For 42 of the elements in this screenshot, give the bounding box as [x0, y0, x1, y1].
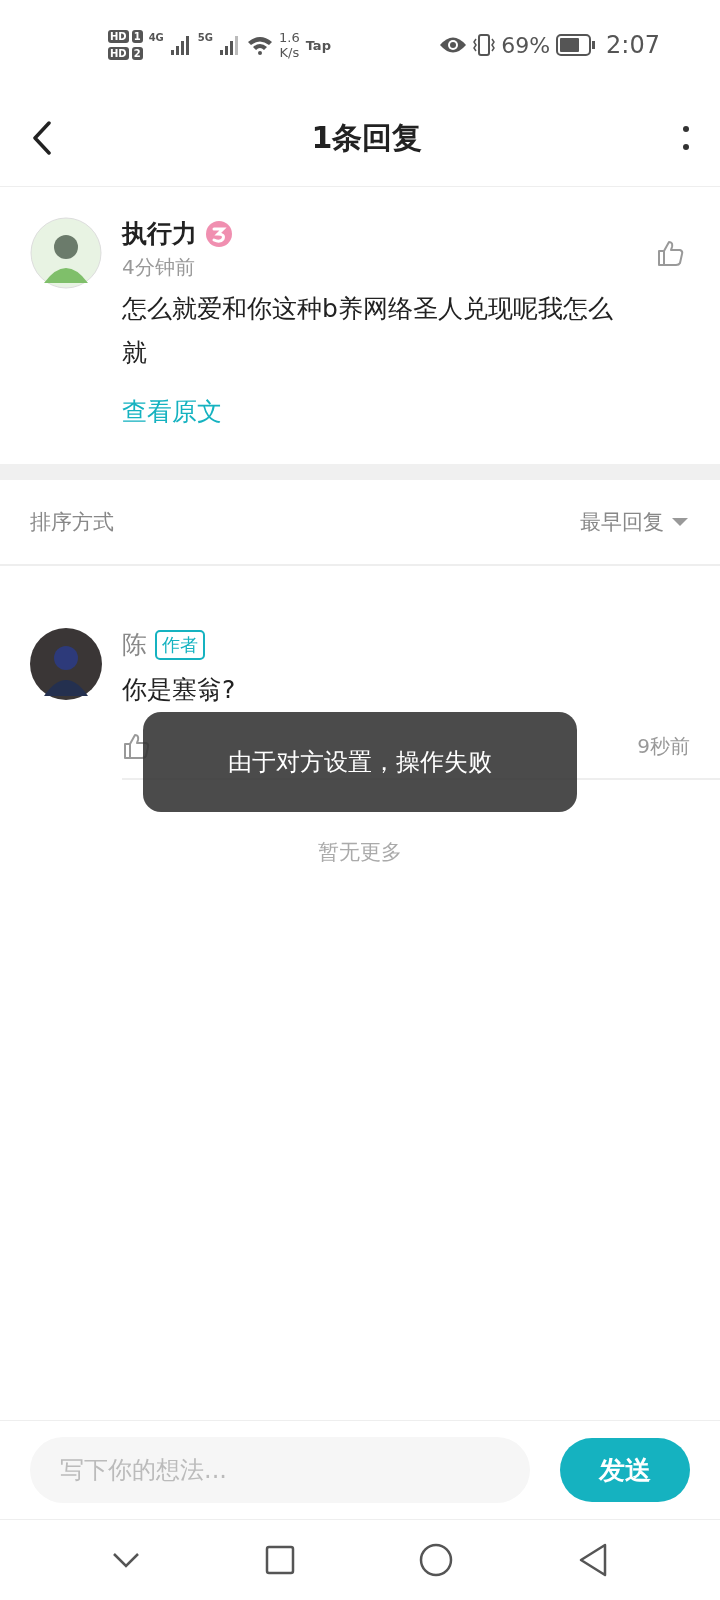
author-name[interactable]: 陈	[122, 628, 147, 661]
reply-text: 你是塞翁?	[122, 674, 236, 706]
signal-icon	[219, 35, 241, 55]
app-indicator: Tap	[305, 37, 331, 53]
view-original-link[interactable]: 查看原文	[122, 395, 222, 428]
sort-label: 排序方式	[30, 509, 114, 536]
collapse-icon[interactable]	[112, 1552, 141, 1568]
signal-icon	[169, 35, 192, 55]
page-title: 1条回复	[311, 118, 423, 157]
end-note: 暂无更多	[318, 839, 402, 866]
toast: 由于对方设置，操作失败	[143, 712, 577, 812]
sim-slot: 1	[131, 30, 143, 43]
network-type: 5G	[197, 32, 213, 43]
send-button[interactable]: 发送	[560, 1438, 690, 1502]
caret-icon	[672, 517, 688, 527]
sort-dropdown[interactable]: 最早回复	[580, 508, 688, 536]
back-icon[interactable]	[32, 121, 52, 155]
sim-slot: 2	[131, 47, 143, 60]
comment-time: 4分钟前	[122, 254, 195, 281]
author-badge: 作者	[155, 629, 205, 660]
network-type: 4G	[148, 32, 164, 43]
home-icon[interactable]	[419, 1543, 454, 1577]
recents-icon[interactable]	[264, 1545, 295, 1575]
wifi-icon	[247, 35, 273, 55]
reply-time: 9秒前	[637, 732, 690, 760]
eye-icon	[439, 36, 468, 54]
level-icon	[205, 219, 233, 248]
author-name[interactable]: 执行力	[122, 217, 197, 250]
vibrate-icon	[473, 34, 496, 56]
sim-label: HD	[108, 47, 129, 60]
battery-percent: 69%	[501, 32, 551, 58]
comment-input[interactable]: 写下你的想法...	[30, 1437, 530, 1503]
back-nav-icon[interactable]	[577, 1543, 608, 1577]
avatar[interactable]	[30, 628, 102, 700]
thumbs-up-icon[interactable]	[656, 239, 684, 267]
comment-text: 怎么就爱和你这种b养网络圣人兑现呢我怎么就	[122, 293, 614, 369]
sim-label: HD	[108, 30, 129, 43]
battery-icon	[556, 34, 597, 56]
more-icon[interactable]	[682, 125, 690, 151]
clock: 2:07	[606, 31, 660, 59]
speed-value: 1.6	[279, 30, 300, 45]
speed-unit: K/s	[279, 45, 300, 60]
